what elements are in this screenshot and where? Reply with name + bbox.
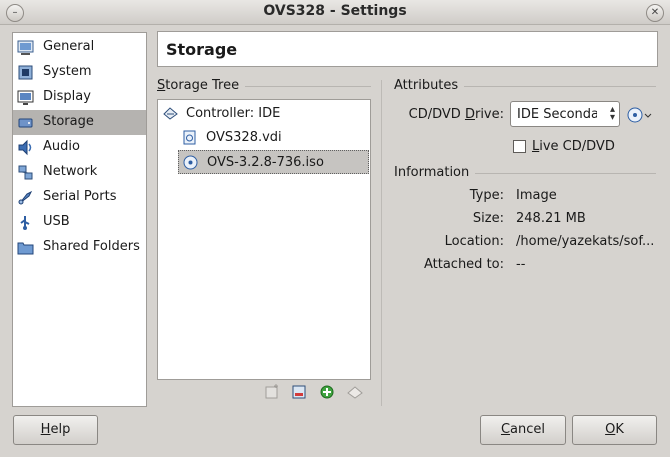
sidebar-item-label: Display bbox=[43, 89, 91, 104]
sidebar-item-storage[interactable]: Storage bbox=[13, 110, 146, 135]
storage-tree-heading: Storage Tree bbox=[157, 78, 240, 93]
sidebar-item-system[interactable]: System bbox=[13, 60, 146, 85]
cd-dvd-drive-value: IDE Secondary Master bbox=[517, 107, 597, 122]
storage-icon bbox=[18, 118, 33, 128]
location-value: /home/yazekats/sof... bbox=[516, 234, 655, 249]
tree-controller-ide[interactable]: Controller: IDE bbox=[158, 102, 370, 126]
attributes-heading: Attributes bbox=[394, 78, 459, 93]
system-icon bbox=[18, 65, 33, 80]
optical-disc-icon bbox=[183, 155, 198, 170]
sidebar-item-label: Serial Ports bbox=[43, 189, 117, 204]
type-label: Type: bbox=[469, 188, 504, 203]
sidebar-item-label: Audio bbox=[43, 139, 80, 154]
attributes-divider bbox=[464, 86, 656, 87]
tree-item-ovs328-vdi[interactable]: OVS328.vdi bbox=[158, 126, 370, 150]
close-button[interactable]: ✕ bbox=[646, 4, 664, 22]
live-cd-label: Live CD/DVD bbox=[532, 139, 615, 154]
information-heading: Information bbox=[394, 165, 470, 180]
tree-item-label: OVS328.vdi bbox=[206, 130, 282, 145]
title-bar: – OVS328 - Settings ✕ bbox=[0, 0, 670, 25]
storage-tree-divider bbox=[245, 86, 371, 87]
sidebar-item-label: System bbox=[43, 64, 92, 79]
location-label: Location: bbox=[444, 234, 504, 249]
controller-icon bbox=[163, 107, 178, 120]
storage-tree[interactable]: Controller: IDE OVS328.vdi OVS-3.2.8-736… bbox=[157, 99, 371, 380]
sidebar-item-label: Shared Folders bbox=[43, 239, 140, 254]
sidebar-item-network[interactable]: Network bbox=[13, 160, 146, 185]
sidebar-item-serial-ports[interactable]: Serial Ports bbox=[13, 185, 146, 210]
sidebar-item-general[interactable]: General bbox=[13, 35, 146, 60]
cancel-button[interactable]: Cancel bbox=[480, 415, 566, 445]
information-divider bbox=[475, 173, 656, 174]
audio-icon bbox=[18, 139, 32, 156]
choose-disc-icon[interactable] bbox=[626, 106, 654, 124]
cd-dvd-drive-select[interactable]: IDE Secondary Master ▴▾ bbox=[510, 101, 620, 127]
sidebar-item-display[interactable]: Display bbox=[13, 85, 146, 110]
size-label: Size: bbox=[472, 211, 504, 226]
ok-button[interactable]: OK bbox=[572, 415, 657, 445]
controller-label: Controller: IDE bbox=[186, 106, 281, 121]
display-icon bbox=[17, 90, 34, 105]
page-title: Storage bbox=[166, 40, 238, 59]
remove-controller-icon[interactable] bbox=[291, 384, 307, 400]
sidebar-item-label: Network bbox=[43, 164, 98, 179]
cd-dvd-drive-label: CD/DVD Drive: bbox=[408, 107, 504, 122]
add-attachment-icon[interactable] bbox=[319, 384, 335, 400]
sidebar-item-shared-folders[interactable]: Shared Folders bbox=[13, 235, 146, 260]
tree-item-label: OVS-3.2.8-736.iso bbox=[207, 155, 324, 170]
storage-tree-heading-rest: torage Tree bbox=[165, 78, 240, 93]
attached-to-value: -- bbox=[516, 257, 526, 272]
combo-arrows-icon: ▴ ▾ bbox=[609, 104, 615, 123]
network-icon bbox=[18, 165, 33, 180]
hard-disk-icon bbox=[183, 130, 196, 145]
sidebar-item-label: USB bbox=[43, 214, 70, 229]
serial-ports-icon bbox=[18, 190, 33, 205]
settings-window: – OVS328 - Settings ✕ General System Dis… bbox=[0, 0, 670, 457]
type-value: Image bbox=[516, 188, 557, 203]
settings-sidebar: General System Display Storage Audio Net… bbox=[12, 32, 147, 407]
remove-attachment-icon[interactable] bbox=[347, 384, 363, 400]
add-controller-icon[interactable] bbox=[264, 384, 280, 400]
sidebar-item-audio[interactable]: Audio bbox=[13, 135, 146, 160]
attached-to-label: Attached to: bbox=[423, 257, 504, 272]
live-cd-checkbox[interactable] bbox=[513, 140, 526, 153]
page-header: Storage bbox=[157, 31, 658, 67]
usb-icon bbox=[20, 216, 30, 230]
help-button[interactable]: Help bbox=[13, 415, 98, 445]
sidebar-item-label: Storage bbox=[43, 114, 94, 129]
sidebar-item-label: General bbox=[43, 39, 95, 54]
pane-divider bbox=[381, 80, 382, 406]
general-icon bbox=[17, 40, 34, 55]
shared-folders-icon bbox=[17, 242, 34, 255]
size-value: 248.21 MB bbox=[516, 211, 586, 226]
window-title: OVS328 - Settings bbox=[263, 3, 407, 19]
tree-item-ovs-iso[interactable]: OVS-3.2.8-736.iso bbox=[178, 150, 369, 174]
sidebar-item-usb[interactable]: USB bbox=[13, 210, 146, 235]
